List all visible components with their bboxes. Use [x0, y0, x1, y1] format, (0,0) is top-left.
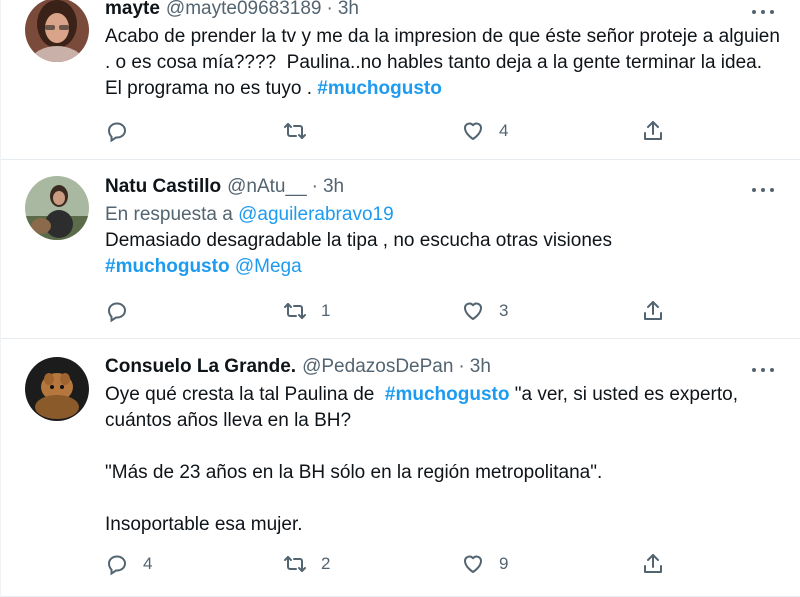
timestamp[interactable]: 3h: [470, 356, 491, 378]
separator-dot: ·: [458, 356, 465, 377]
share-icon: [644, 301, 662, 320]
tweet-feed: mayte @mayte09683189 · 3h Acabo de prend…: [0, 0, 800, 597]
hashtag-link[interactable]: #muchogusto: [105, 256, 230, 277]
reply-count: 4: [143, 554, 153, 573]
author-handle[interactable]: @nAtu__: [227, 176, 307, 198]
like-icon: [464, 122, 482, 140]
tweet-header: Natu Castillo @nAtu__ · 3h: [105, 176, 780, 202]
share-icon: [644, 554, 662, 573]
more-icon: [752, 188, 756, 192]
mention-link[interactable]: @Mega: [235, 256, 302, 277]
more-options-button[interactable]: [752, 366, 774, 374]
tweet-text: Oye qué cresta la tal Paulina de #muchog…: [105, 382, 780, 538]
tweet-text-body: Acabo de prender la tv y me da la impres…: [105, 26, 786, 99]
retweet-count: 2: [321, 554, 331, 573]
separator-dot: ·: [311, 176, 318, 197]
reply-context: En respuesta a @aguilerabravo19: [105, 202, 780, 228]
retweet-icon: [284, 303, 306, 319]
more-icon: [752, 368, 756, 372]
reply-button[interactable]: [105, 296, 143, 326]
tweet-header: mayte @mayte09683189 · 3h: [105, 0, 780, 24]
timestamp[interactable]: 3h: [338, 0, 359, 20]
tweet-content: Natu Castillo @nAtu__ · 3h En respuesta …: [105, 176, 780, 280]
hashtag-link[interactable]: #muchogusto: [385, 384, 510, 405]
tweet-text: Demasiado desagradable la tipa , no escu…: [105, 228, 780, 280]
share-button[interactable]: [641, 549, 665, 579]
author-handle[interactable]: @PedazosDePan: [302, 356, 453, 378]
share-icon: [644, 121, 662, 140]
tweet-content: Consuelo La Grande. @PedazosDePan · 3h O…: [105, 356, 780, 538]
like-count: 9: [499, 554, 509, 573]
retweet-count: 1: [321, 301, 331, 320]
reply-mention-link[interactable]: @aguilerabravo19: [238, 204, 394, 225]
tweet-header: Consuelo La Grande. @PedazosDePan · 3h: [105, 356, 780, 382]
retweet-icon: [284, 556, 306, 572]
like-icon: [464, 302, 482, 320]
tweet-actions: 1 3: [105, 296, 685, 326]
like-count: 3: [499, 301, 509, 320]
like-count: 4: [499, 121, 509, 140]
share-button[interactable]: [641, 116, 665, 146]
more-options-button[interactable]: [752, 186, 774, 194]
tweet-actions: 4: [105, 116, 685, 146]
tweet-text-body: Oye qué cresta la tal Paulina de: [105, 384, 385, 405]
more-options-button[interactable]: [752, 8, 774, 16]
author-name[interactable]: Natu Castillo: [105, 176, 221, 198]
reply-button[interactable]: 4: [105, 549, 152, 579]
more-icon: [752, 10, 756, 14]
reply-icon: [107, 302, 127, 323]
retweet-icon: [284, 123, 306, 139]
avatar[interactable]: [25, 176, 89, 240]
reply-icon: [107, 555, 127, 576]
like-icon: [464, 555, 482, 573]
hashtag-link[interactable]: #muchogusto: [317, 78, 442, 99]
author-name[interactable]: Consuelo La Grande.: [105, 356, 296, 378]
like-button[interactable]: 9: [461, 549, 508, 579]
retweet-button[interactable]: 1: [283, 296, 330, 326]
retweet-button[interactable]: 2: [283, 549, 330, 579]
tweet-text-body: Demasiado desagradable la tipa , no escu…: [105, 230, 612, 251]
share-button[interactable]: [641, 296, 665, 326]
avatar[interactable]: [25, 357, 89, 421]
tweet-text: Acabo de prender la tv y me da la impres…: [105, 24, 780, 102]
reply-prefix: En respuesta a: [105, 204, 233, 225]
avatar[interactable]: [25, 0, 89, 62]
tweet-actions: 4 2 9: [105, 549, 685, 579]
separator-dot: ·: [326, 0, 333, 19]
author-handle[interactable]: @mayte09683189: [166, 0, 322, 20]
author-name[interactable]: mayte: [105, 0, 160, 20]
timestamp[interactable]: 3h: [323, 176, 344, 198]
tweet-content: mayte @mayte09683189 · 3h Acabo de prend…: [105, 0, 780, 102]
reply-button[interactable]: [105, 116, 143, 146]
like-button[interactable]: 3: [461, 296, 508, 326]
reply-icon: [107, 122, 127, 143]
tweet-text-body-continued: "a ver, si usted es experto, cuántos año…: [105, 384, 738, 535]
like-button[interactable]: 4: [461, 116, 508, 146]
retweet-button[interactable]: [283, 116, 321, 146]
